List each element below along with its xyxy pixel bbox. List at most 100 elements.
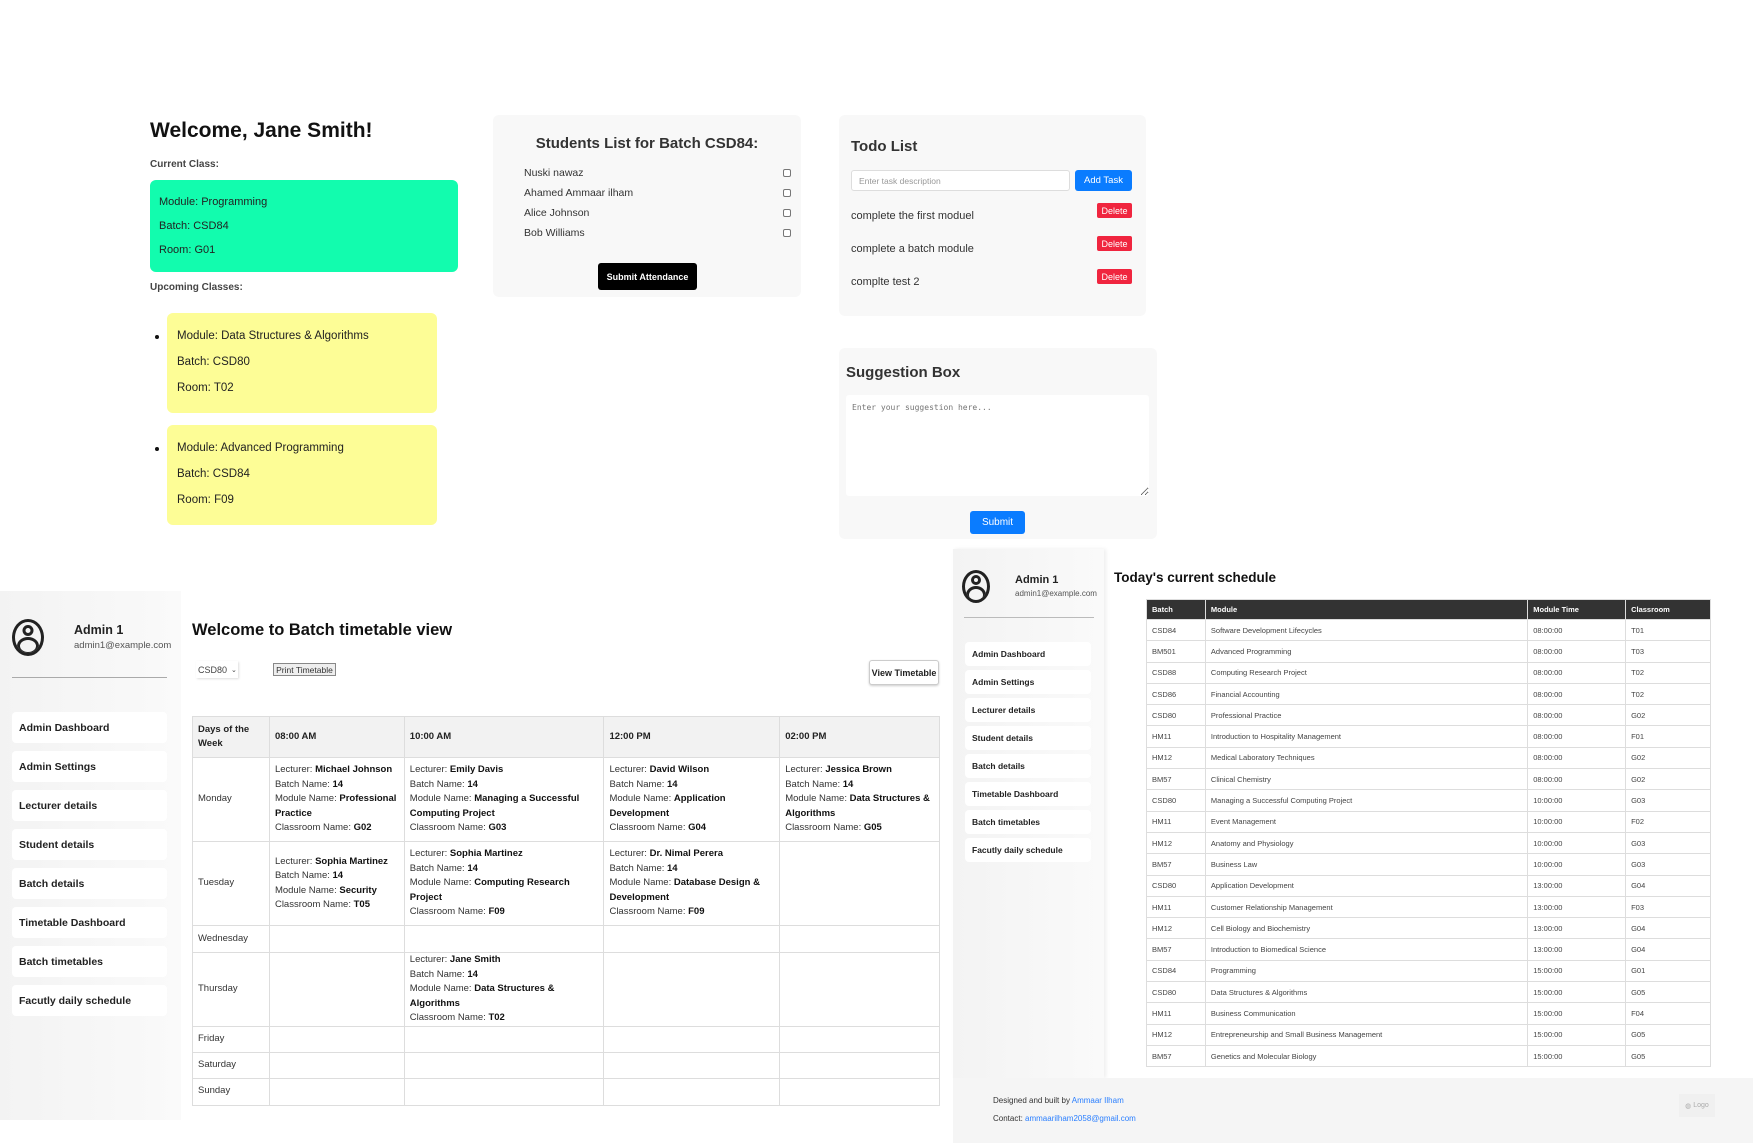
sidebar-item-admin-dashboard[interactable]: Admin Dashboard — [12, 712, 167, 743]
task-text: complete a batch module — [851, 243, 974, 255]
table-cell: G04 — [1625, 917, 1711, 940]
table-cell: G02 — [1625, 704, 1711, 727]
batch-select[interactable]: CSD80 ⌄ — [196, 661, 238, 678]
table-row: HM12 Medical Laboratory Techniques 08:00:0… — [1146, 746, 1711, 770]
slot-batch: Batch Name: 14 — [410, 862, 599, 877]
table-cell: F04 — [1625, 1002, 1711, 1025]
table-cell: HM11 — [1146, 725, 1206, 748]
students-title: Students List for Batch CSD84: — [535, 135, 759, 152]
welcome-title: Welcome, Jane Smith! — [150, 119, 373, 142]
submit-attendance-button[interactable]: Submit Attendance — [598, 263, 697, 290]
add-task-button[interactable]: Add Task — [1075, 170, 1132, 191]
current-class-card: Module: Programming Batch: CSD84 Room: G… — [150, 180, 458, 272]
slot-module: Module Name: Managing a Successful Compu… — [410, 792, 599, 821]
view-timetable-button[interactable]: View Timetable — [869, 660, 939, 685]
slot-cell — [268, 1077, 405, 1106]
table-cell: 08:00:00 — [1527, 682, 1627, 706]
slot-module: Module Name: Computing Research Project — [410, 876, 599, 905]
slot-lecturer: Lecturer: Jane Smith — [410, 953, 599, 968]
sidebar-item-facutly-daily-schedule[interactable]: Facutly daily schedule — [965, 838, 1091, 862]
table-row: BM501 Advanced Programming 08:00:00 T03 — [1146, 640, 1711, 663]
table-cell: Genetics and Molecular Biology — [1204, 1044, 1529, 1068]
slot-label: Module Name: — [409, 877, 475, 889]
batch: Batch: CSD80 — [177, 356, 250, 368]
slot-value: T02 — [488, 1012, 505, 1023]
sidebar-item-admin-settings[interactable]: Admin Settings — [965, 670, 1091, 694]
table-cell: 15:00:00 — [1527, 1023, 1627, 1046]
delete-task-button[interactable]: Delete — [1097, 269, 1132, 284]
admin-email: admin1@example.com — [1015, 589, 1097, 598]
sidebar-item-lecturer-details[interactable]: Lecturer details — [12, 790, 167, 821]
delete-task-button[interactable]: Delete — [1097, 236, 1132, 251]
table-row: CSD80 Managing a Successful Computing Pro… — [1146, 789, 1711, 812]
slot-label: Lecturer: — [409, 954, 450, 965]
attendance-checkbox[interactable] — [783, 229, 791, 237]
sidebar-item-batch-details[interactable]: Batch details — [12, 868, 167, 899]
slot-lecturer: Lecturer: David Wilson — [609, 763, 774, 778]
print-timetable-button[interactable]: Print Timetable — [273, 663, 336, 676]
table-cell: G02 — [1625, 746, 1711, 770]
sidebar-item-timetable-dashboard[interactable]: Timetable Dashboard — [965, 782, 1091, 806]
sidebar-item-student-details[interactable]: Student details — [965, 726, 1091, 750]
table-row: CSD80 Application Development 13:00:00 G04 — [1146, 874, 1711, 897]
upcoming-class-card: Module: Data Structures & Algorithms Bat… — [167, 313, 437, 413]
slot-label: Lecturer: — [609, 848, 650, 860]
credit-text: Designed and built by — [993, 1096, 1072, 1105]
submit-suggestion-button[interactable]: Submit — [970, 511, 1025, 534]
table-cell: G05 — [1625, 1023, 1711, 1046]
suggestion-textarea[interactable] — [846, 395, 1149, 496]
todo-title: Todo List — [851, 138, 918, 155]
slot-cell — [403, 1025, 605, 1053]
table-row: CSD84 Software Development Lifecycles 08:0… — [1146, 618, 1711, 642]
slot-label: Module Name: — [274, 884, 340, 896]
slot-label: Module Name: — [274, 793, 340, 805]
slot-batch: Batch Name: 14 — [275, 778, 399, 793]
column-header: 08:00 AM — [268, 716, 405, 758]
slot-value: F09 — [488, 906, 505, 918]
sidebar-item-student-details[interactable]: Student details — [12, 829, 167, 860]
sidebar-item-batch-timetables[interactable]: Batch timetables — [12, 946, 167, 977]
footer-credit: Designed and built by Ammaar Ilham — [993, 1096, 1124, 1105]
divider — [12, 677, 167, 678]
table-cell: T01 — [1625, 618, 1711, 642]
attendance-checkbox[interactable] — [783, 169, 791, 177]
sidebar-item-facutly-daily-schedule[interactable]: Facutly daily schedule — [12, 985, 167, 1016]
table-row: BM57 Business Law 10:00:00 G03 — [1146, 853, 1711, 876]
table-cell: F03 — [1625, 895, 1711, 919]
table-cell: Computing Research Project — [1204, 661, 1529, 684]
sidebar-item-timetable-dashboard[interactable]: Timetable Dashboard — [12, 907, 167, 938]
sidebar-item-admin-dashboard[interactable]: Admin Dashboard — [965, 642, 1091, 666]
author-link[interactable]: Ammaar Ilham — [1072, 1096, 1124, 1105]
attendance-checkbox[interactable] — [783, 189, 791, 197]
table-cell: Programming — [1204, 959, 1529, 983]
task-input[interactable]: Enter task description — [851, 170, 1070, 191]
slot-value: 14 — [842, 778, 854, 790]
slot-room: Classroom Name: F09 — [609, 905, 774, 920]
column-header: Days of the Week — [192, 716, 270, 758]
sidebar-item-batch-details[interactable]: Batch details — [965, 754, 1091, 778]
sidebar-item-lecturer-details[interactable]: Lecturer details — [965, 698, 1091, 722]
slot-value: Sophia Martinez — [315, 855, 388, 867]
slot-value: 14 — [467, 862, 478, 874]
slot-cell — [603, 952, 781, 1027]
timetable-row: Saturday — [192, 1051, 940, 1079]
table-row: BM57 Clinical Chemistry 08:00:00 G02 — [1146, 768, 1711, 791]
slot-label: Batch Name: — [609, 778, 668, 790]
table-cell: T02 — [1625, 661, 1711, 684]
slot-value: 14 — [332, 778, 344, 790]
slot-module: Module Name: Security — [275, 884, 399, 899]
table-cell: HM12 — [1146, 831, 1206, 855]
email-link[interactable]: ammaarilham2058@gmail.com — [1025, 1114, 1136, 1123]
table-cell: 08:00:00 — [1527, 618, 1627, 642]
slot-value: G02 — [353, 822, 372, 834]
attendance-checkbox[interactable] — [783, 209, 791, 217]
table-cell: CSD80 — [1146, 874, 1206, 897]
slot-label: Batch Name: — [609, 862, 668, 874]
table-cell: HM12 — [1146, 746, 1206, 770]
slot-cell — [779, 1077, 940, 1106]
table-row: CSD80 Data Structures & Algorithms 15:00:0… — [1146, 981, 1711, 1004]
sidebar-item-admin-settings[interactable]: Admin Settings — [12, 751, 167, 782]
table-row: CSD86 Financial Accounting 08:00:00 T02 — [1146, 682, 1711, 706]
sidebar-item-batch-timetables[interactable]: Batch timetables — [965, 810, 1091, 834]
delete-task-button[interactable]: Delete — [1097, 203, 1132, 218]
